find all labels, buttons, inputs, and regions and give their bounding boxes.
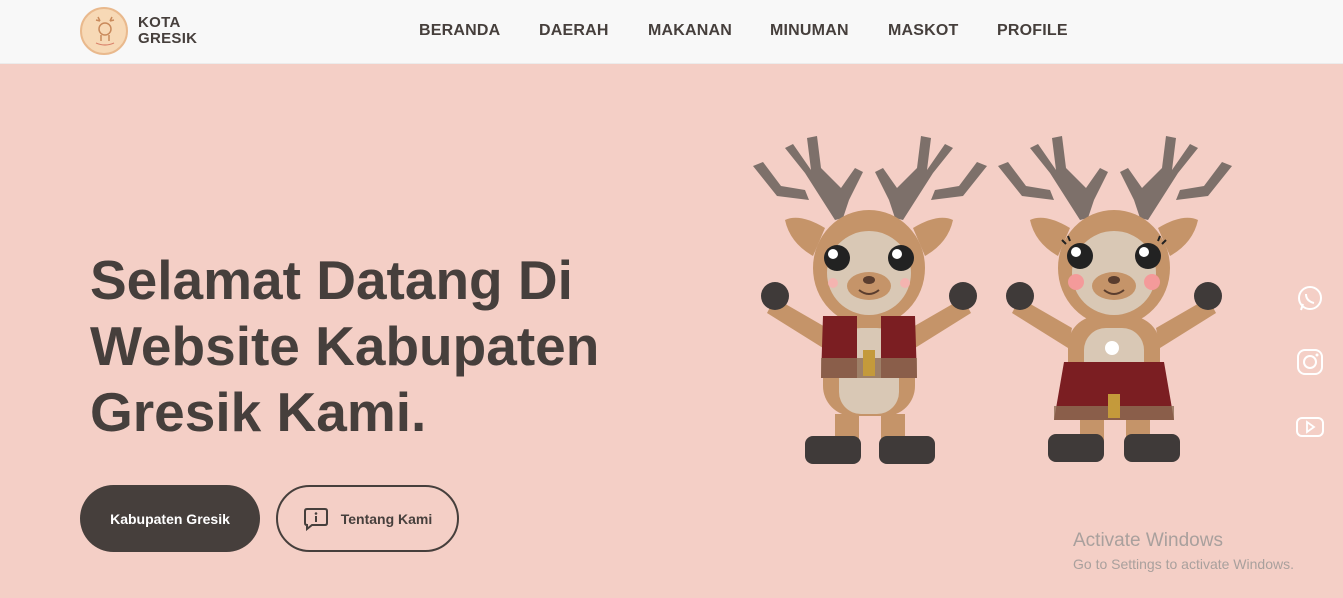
- youtube-icon[interactable]: [1295, 412, 1325, 442]
- tentang-kami-label: Tentang Kami: [340, 510, 433, 527]
- nav-item-makanan[interactable]: MAKANAN: [648, 22, 732, 40]
- brand-name: KOTA GRESIK: [138, 15, 197, 47]
- info-chat-icon: [303, 507, 328, 531]
- nav-item-minuman[interactable]: MINUMAN: [770, 22, 849, 40]
- nav-item-profile[interactable]: PROFILE: [997, 22, 1068, 40]
- whatsapp-icon[interactable]: [1295, 284, 1325, 314]
- brand-line-1: KOTA: [138, 14, 181, 31]
- hero-title: Selamat Datang Di Website Kabupaten Gres…: [90, 247, 670, 445]
- logo[interactable]: [80, 7, 128, 55]
- nav-item-beranda[interactable]: BERANDA: [419, 22, 500, 40]
- navbar: KOTA GRESIK BERANDA DAERAH MAKANAN MINUM…: [0, 0, 1343, 64]
- deer-logo-icon: [95, 16, 115, 46]
- brand-line-2: GRESIK: [138, 30, 198, 47]
- deer-mascot-boy-image: [753, 136, 987, 464]
- tentang-kami-button[interactable]: Tentang Kami: [276, 485, 459, 552]
- nav-item-maskot[interactable]: MASKOT: [888, 22, 959, 40]
- kabupaten-gresik-button[interactable]: Kabupaten Gresik: [80, 485, 260, 552]
- hero-title-line-1: Selamat Datang Di: [90, 249, 573, 311]
- instagram-icon[interactable]: [1295, 347, 1325, 377]
- nav-item-daerah[interactable]: DAERAH: [539, 22, 609, 40]
- hero-title-line-3: Gresik Kami.: [90, 381, 427, 443]
- activate-windows-title: Activate Windows: [1073, 530, 1223, 551]
- activate-windows-subtitle: Go to Settings to activate Windows.: [1073, 556, 1294, 572]
- hero-title-line-2: Website Kabupaten: [90, 315, 600, 377]
- deer-mascot-girl-image: [998, 136, 1232, 462]
